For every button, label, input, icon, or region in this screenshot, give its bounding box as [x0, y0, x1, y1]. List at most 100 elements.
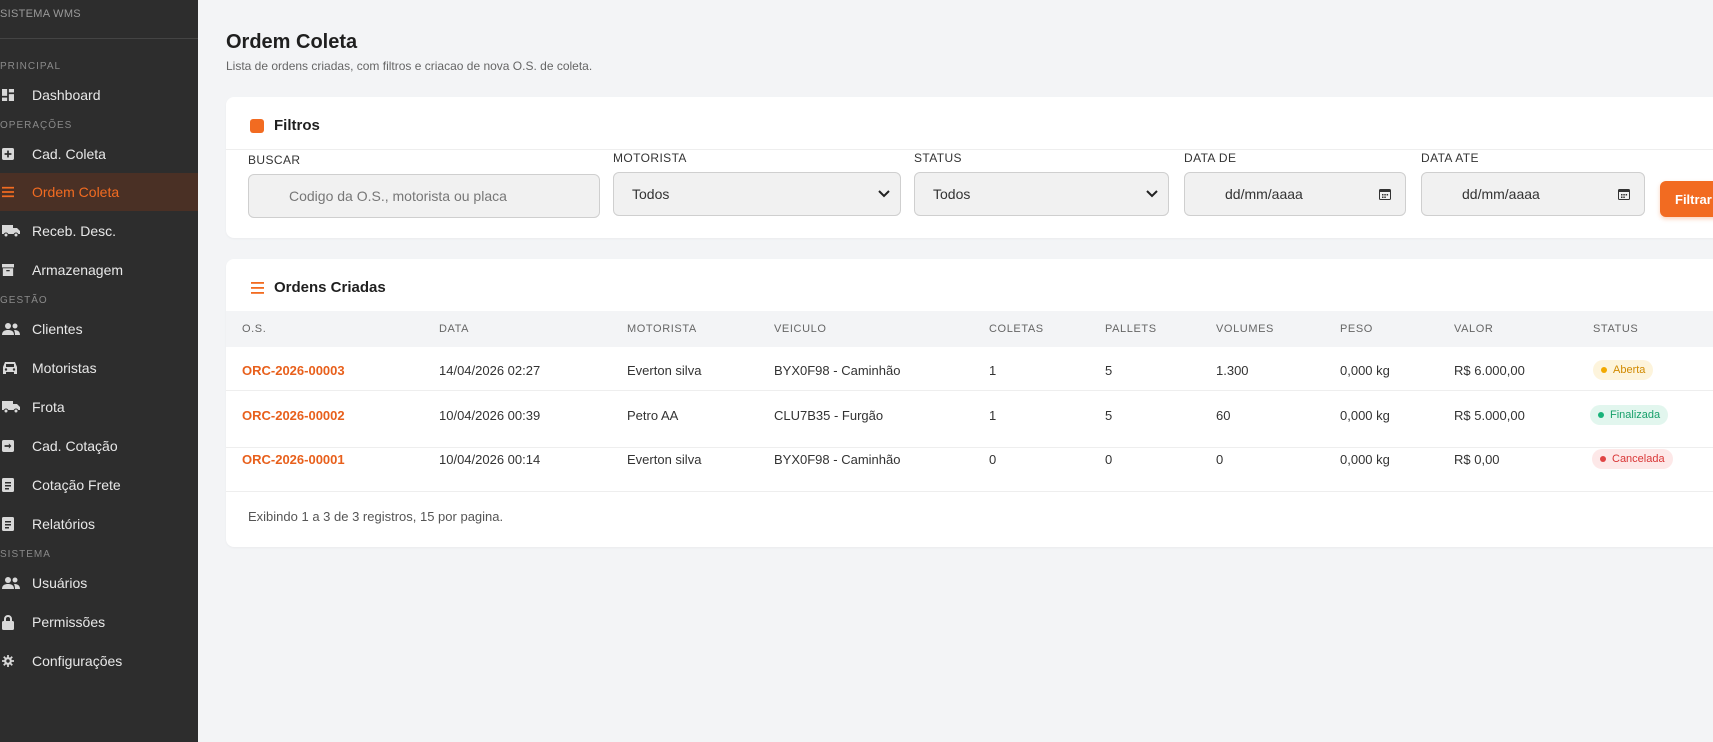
col-motorista: MOTORISTA: [627, 323, 697, 335]
sidebar-item-label: Armazenagem: [32, 262, 124, 278]
calendar-icon[interactable]: [1618, 188, 1630, 200]
table-row[interactable]: ORC-2026-00002 10/04/2026 00:39 Petro AA…: [226, 404, 1713, 448]
cell-valor: R$ 0,00: [1454, 452, 1500, 467]
os-link[interactable]: ORC-2026-00001: [242, 452, 345, 467]
users-icon: [2, 322, 20, 336]
sidebar-item-label: Usuários: [32, 575, 88, 591]
document-icon: [2, 517, 14, 531]
users-icon: [2, 576, 20, 590]
calendar-icon[interactable]: [1379, 188, 1391, 200]
filter-icon: [250, 118, 264, 133]
section-label-sistema: SISTEMA: [0, 549, 51, 560]
data-ate-input[interactable]: dd/mm/aaaa: [1421, 172, 1645, 216]
sidebar-item-permissoes[interactable]: Permissões: [0, 603, 198, 641]
cell-volumes: 60: [1216, 408, 1231, 423]
sidebar-item-ordem-coleta[interactable]: Ordem Coleta: [0, 173, 198, 211]
orders-title: Ordens Criadas: [274, 279, 386, 296]
status-badge-label: Cancelada: [1612, 453, 1665, 465]
section-label-operacoes: OPERAÇÕES: [0, 120, 73, 131]
lock-icon: [2, 614, 14, 630]
orders-card: Ordens Criadas O.S. DATA MOTORISTA VEICU…: [226, 259, 1713, 547]
sidebar-item-label: Configurações: [32, 653, 123, 669]
sidebar-item-label: Receb. Desc.: [32, 223, 117, 239]
status-select[interactable]: Todos: [914, 172, 1169, 216]
col-volumes: VOLUMES: [1216, 323, 1274, 335]
list-icon: [2, 185, 14, 199]
sidebar-item-label: Relatórios: [32, 516, 96, 532]
status-badge-label: Aberta: [1613, 364, 1646, 376]
status-dot: [1598, 412, 1604, 418]
col-peso: PESO: [1340, 323, 1373, 335]
chevron-down-icon: [1146, 190, 1158, 198]
motorista-select-value: Todos: [632, 186, 670, 202]
sidebar-item-label: Motoristas: [32, 360, 97, 376]
filter-button[interactable]: Filtrar: [1660, 181, 1713, 217]
sidebar-item-label: Ordem Coleta: [32, 184, 120, 200]
sidebar-item-frota[interactable]: Frota: [0, 388, 198, 426]
cell-veiculo: BYX0F98 - Caminhão: [774, 452, 901, 467]
sidebar-item-label: Clientes: [32, 321, 83, 337]
status-badge: Cancelada: [1592, 449, 1673, 469]
cell-motorista: Petro AA: [627, 408, 679, 423]
col-pallets: PALLETS: [1105, 323, 1157, 335]
sidebar-item-label: Cad. Cotação: [32, 438, 118, 454]
motorista-select[interactable]: Todos: [613, 172, 901, 216]
cell-valor: R$ 6.000,00: [1454, 363, 1525, 378]
cell-coletas: 1: [989, 408, 997, 423]
col-veiculo: VEICULO: [774, 323, 827, 335]
cell-valor: R$ 5.000,00: [1454, 408, 1525, 423]
col-os: O.S.: [242, 323, 267, 335]
search-input[interactable]: Codigo da O.S., motorista ou placa: [248, 174, 600, 218]
cell-data: 10/04/2026 00:39: [439, 408, 541, 423]
truck-icon: [2, 224, 20, 238]
status-dot: [1601, 367, 1607, 373]
cell-pallets: 0: [1105, 452, 1113, 467]
sidebar-item-label: Cad. Coleta: [32, 146, 106, 162]
sidebar-item-configuracoes[interactable]: Configurações: [0, 642, 198, 680]
sidebar-item-cad-coleta[interactable]: Cad. Coleta: [0, 135, 198, 173]
dashboard-icon: [2, 88, 14, 102]
sidebar-item-cotacao-frete[interactable]: Cotação Frete: [0, 466, 198, 504]
list-icon: [250, 281, 264, 295]
page-subtitle: Lista de ordens criadas, com filtros e c…: [226, 59, 593, 73]
sidebar-item-relatorios[interactable]: Relatórios: [0, 505, 198, 543]
cell-motorista: Everton silva: [627, 452, 702, 467]
cell-peso: 0,000 kg: [1340, 408, 1390, 423]
brand-name: SISTEMA WMS: [0, 8, 81, 20]
sidebar: SISTEMA WMS PRINCIPAL Dashboard OPERAÇÕE…: [0, 0, 198, 742]
section-label-gestao: GESTÃO: [0, 295, 48, 306]
sidebar-item-motoristas[interactable]: Motoristas: [0, 349, 198, 387]
table-row[interactable]: ORC-2026-00001 10/04/2026 00:14 Everton …: [226, 448, 1713, 492]
sidebar-item-usuarios[interactable]: Usuários: [0, 564, 198, 602]
divider: [226, 149, 1713, 150]
sidebar-item-cad-cotacao[interactable]: Cad. Cotação: [0, 427, 198, 465]
status-badge: Finalizada: [1590, 405, 1669, 425]
sidebar-item-receb-desc[interactable]: Receb. Desc.: [0, 212, 198, 250]
cell-coletas: 0: [989, 452, 997, 467]
col-valor: VALOR: [1454, 323, 1494, 335]
col-coletas: COLETAS: [989, 323, 1044, 335]
col-data: DATA: [439, 323, 470, 335]
cell-peso: 0,000 kg: [1340, 452, 1390, 467]
sidebar-item-dashboard[interactable]: Dashboard: [0, 76, 198, 114]
cell-volumes: 1.300: [1216, 363, 1249, 378]
truck-icon: [2, 400, 20, 414]
sidebar-item-label: Frota: [32, 399, 65, 415]
cell-data: 14/04/2026 02:27: [439, 363, 541, 378]
os-link[interactable]: ORC-2026-00002: [242, 408, 345, 423]
data-de-value: dd/mm/aaaa: [1225, 186, 1303, 202]
cell-pallets: 5: [1105, 408, 1113, 423]
sidebar-item-armazenagem[interactable]: Armazenagem: [0, 251, 198, 289]
cell-veiculo: BYX0F98 - Caminhão: [774, 363, 901, 378]
orders-header: Ordens Criadas: [250, 279, 386, 296]
sidebar-item-clientes[interactable]: Clientes: [0, 310, 198, 348]
buscar-label: BUSCAR: [248, 153, 301, 167]
data-de-input[interactable]: dd/mm/aaaa: [1184, 172, 1406, 216]
divider: [0, 38, 198, 39]
os-link[interactable]: ORC-2026-00003: [242, 363, 345, 378]
status-badge-label: Finalizada: [1610, 409, 1661, 421]
cell-coletas: 1: [989, 363, 997, 378]
table-row[interactable]: ORC-2026-00003 14/04/2026 02:27 Everton …: [226, 347, 1713, 391]
cell-peso: 0,000 kg: [1340, 363, 1390, 378]
chevron-down-icon: [878, 190, 890, 198]
